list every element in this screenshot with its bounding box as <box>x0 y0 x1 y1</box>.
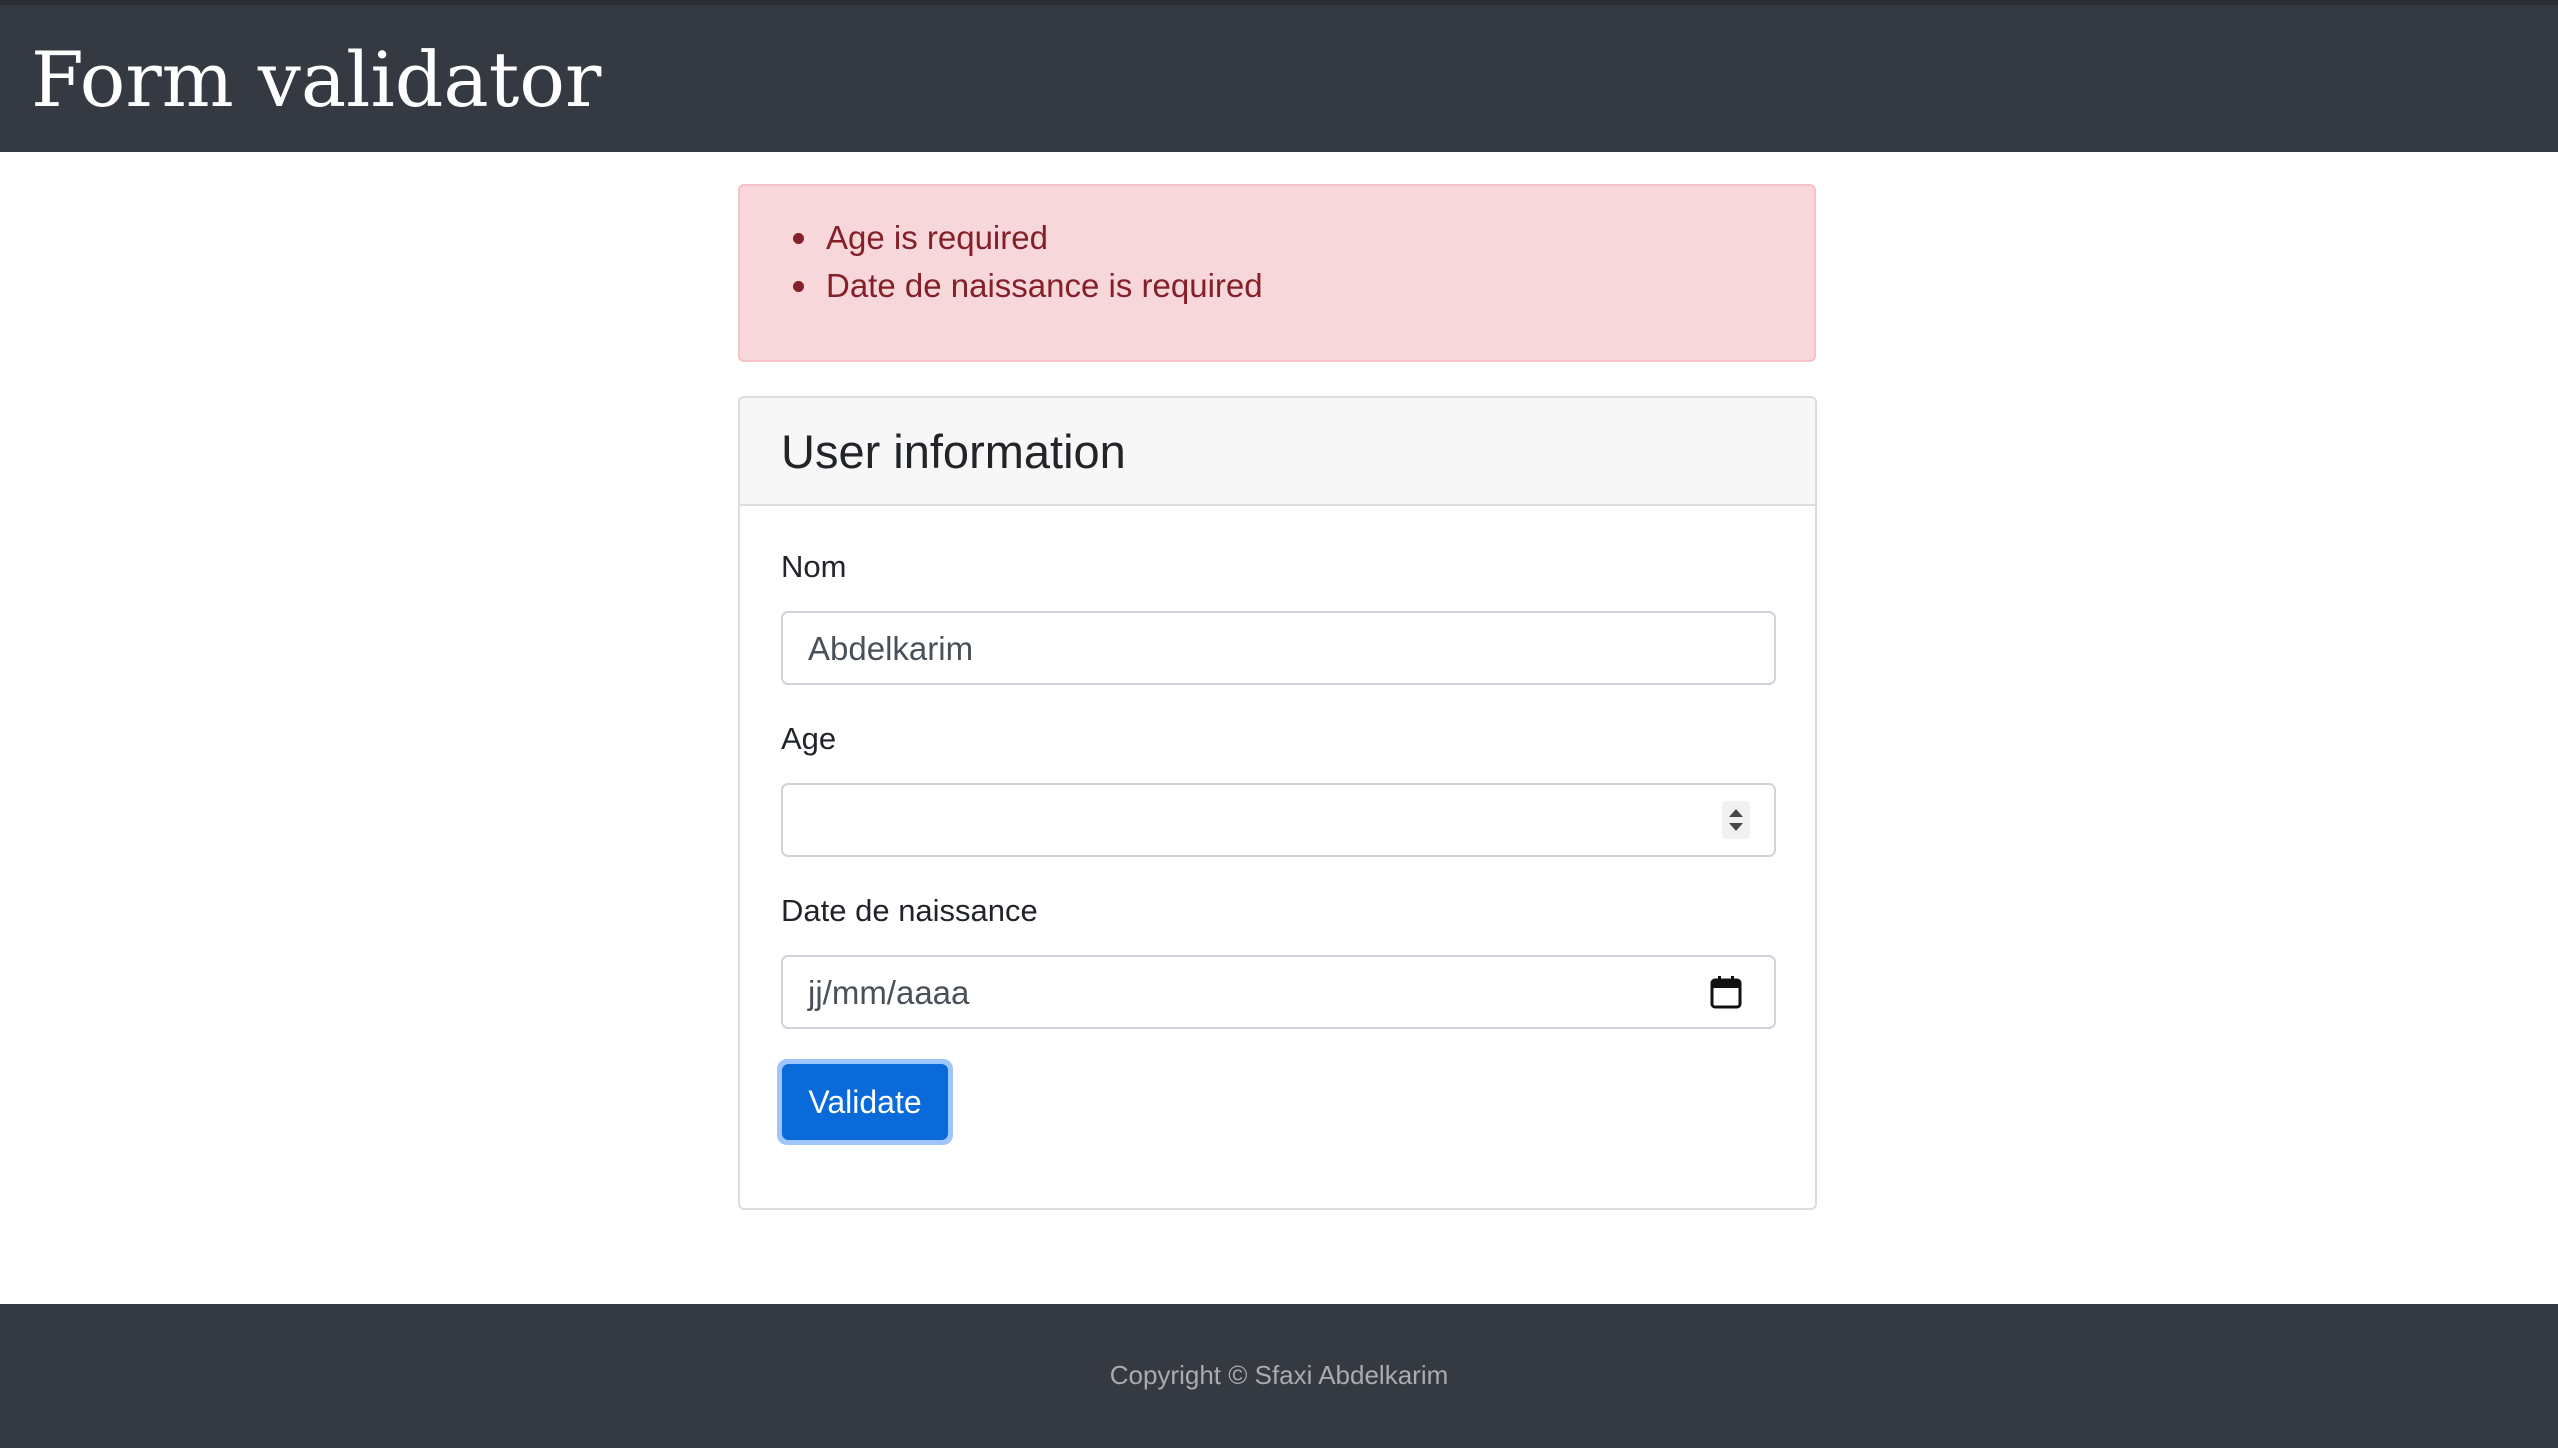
birthdate-label: Date de naissance <box>781 893 1038 928</box>
bullet-icon <box>793 233 804 244</box>
copyright-text: Copyright © Sfaxi Abdelkarim <box>1109 1360 1449 1390</box>
calendar-icon[interactable] <box>1710 975 1742 1009</box>
age-input[interactable] <box>781 783 1776 857</box>
validate-button-focus-ring: Validate <box>777 1059 953 1145</box>
error-item: Age is required <box>793 214 1263 262</box>
user-information-card: User information Nom Abdelkarim Age Date… <box>738 396 1817 1210</box>
card-header: User information <box>740 398 1815 506</box>
spinner-down-icon[interactable] <box>1729 823 1743 831</box>
error-list: Age is required Date de naissance is req… <box>793 214 1263 310</box>
age-label: Age <box>781 721 837 756</box>
error-text: Age is required <box>826 219 1048 256</box>
page-title: Form validator <box>31 35 602 124</box>
birthdate-input[interactable]: jj/mm/aaaa <box>781 955 1776 1029</box>
spinner-up-icon[interactable] <box>1729 809 1743 817</box>
spinner-icon[interactable] <box>1722 801 1750 839</box>
nom-input-value: Abdelkarim <box>808 630 974 667</box>
card-title: User information <box>781 425 1126 478</box>
nom-input[interactable]: Abdelkarim <box>781 611 1776 685</box>
error-alert: Age is required Date de naissance is req… <box>738 184 1816 362</box>
bullet-icon <box>793 281 804 292</box>
navbar: Form validator <box>0 5 2558 152</box>
error-item: Date de naissance is required <box>793 262 1263 310</box>
error-text: Date de naissance is required <box>826 267 1263 304</box>
footer: Copyright © Sfaxi Abdelkarim <box>0 1304 2558 1448</box>
validate-button[interactable]: Validate <box>782 1064 948 1140</box>
nom-label: Nom <box>781 549 847 584</box>
birthdate-placeholder: jj/mm/aaaa <box>808 974 970 1011</box>
